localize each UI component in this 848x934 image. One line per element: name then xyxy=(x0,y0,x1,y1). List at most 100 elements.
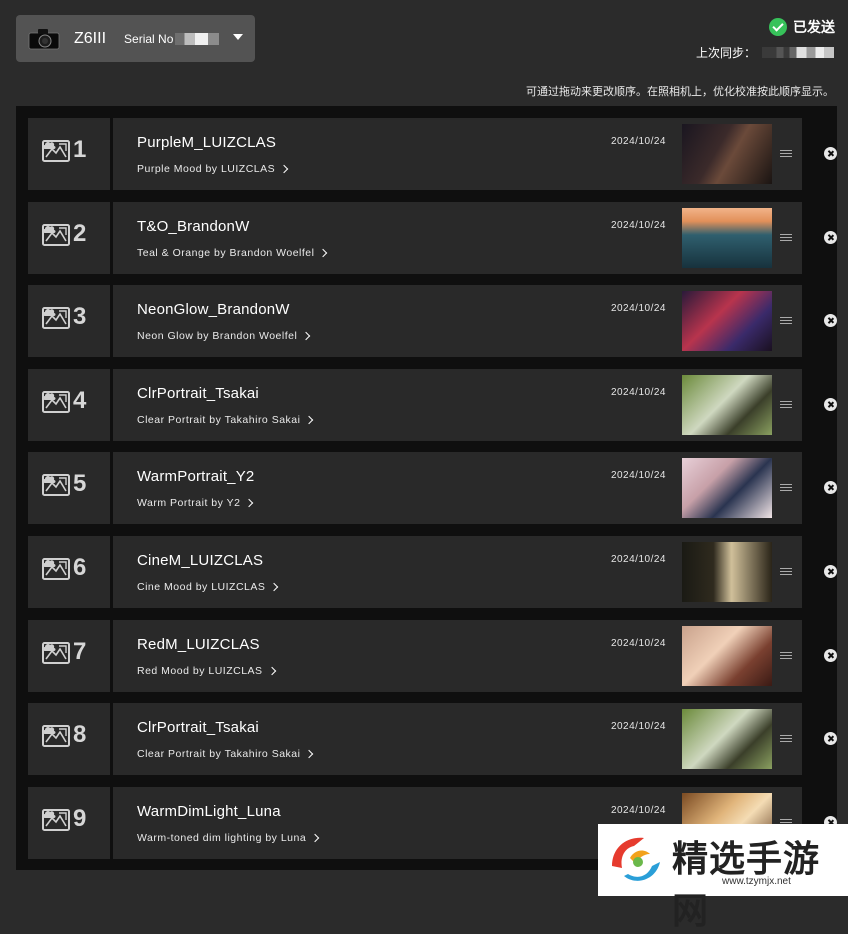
preset-description-text: Clear Portrait by Takahiro Sakai xyxy=(137,748,301,761)
remove-preset-button[interactable] xyxy=(824,147,837,160)
site-watermark: 精选手游网 www.tzymjx.net xyxy=(598,824,848,931)
preset-description[interactable]: Purple Mood by LUIZCLAS xyxy=(137,163,289,175)
serial-label: Serial No xyxy=(124,31,174,46)
preset-name: RedM_LUIZCLAS xyxy=(137,635,260,653)
preset-card[interactable]: RedM_LUIZCLAS Red Mood by LUIZCLAS 2024/… xyxy=(113,619,802,692)
drag-handle-icon[interactable] xyxy=(780,150,792,158)
preset-date: 2024/10/24 xyxy=(610,219,666,231)
preset-thumbnail xyxy=(682,458,772,519)
preset-description[interactable]: Teal & Orange by Brandon Woelfel xyxy=(137,246,328,259)
preset-description[interactable]: Warm-toned dim lighting by Luna xyxy=(137,832,320,844)
chevron-right-icon xyxy=(267,666,276,675)
drag-handle-icon[interactable] xyxy=(780,735,792,743)
preset-card[interactable]: NeonGlow_BrandonW Neon Glow by Brandon W… xyxy=(113,285,802,358)
preset-name: CineM_LUIZCLAS xyxy=(137,552,264,569)
drag-handle-icon[interactable] xyxy=(780,233,792,242)
preset-date: 2024/10/24 xyxy=(610,554,666,565)
slot-badge: 4 xyxy=(28,368,110,441)
slot-number: 2 xyxy=(73,219,87,247)
slot-badge: 1 xyxy=(28,118,110,190)
serial-mask xyxy=(175,32,220,45)
preset-card[interactable]: ClrPortrait_Tsakai Clear Portrait by Tak… xyxy=(113,368,802,441)
remove-preset-button[interactable] xyxy=(824,397,837,411)
preset-row[interactable]: 4 ClrPortrait_Tsakai Clear Portrait by T… xyxy=(28,368,837,441)
preset-row[interactable]: 3 NeonGlow_BrandonW Neon Glow by Brandon… xyxy=(28,285,837,358)
drag-handle-icon[interactable] xyxy=(780,568,792,576)
slot-number: 4 xyxy=(73,386,87,414)
preset-row[interactable]: 2 T&O_BrandonW Teal & Orange by Brandon … xyxy=(28,201,837,274)
preset-description[interactable]: Cine Mood by LUIZCLAS xyxy=(137,581,279,593)
preset-name: WarmPortrait_Y2 xyxy=(137,468,255,486)
slot-badge: 6 xyxy=(28,536,110,608)
cloud-icon xyxy=(42,141,56,149)
preset-name: PurpleM_LUIZCLAS xyxy=(137,134,277,151)
cloud-icon xyxy=(42,225,56,233)
preset-card[interactable]: WarmPortrait_Y2 Warm Portrait by Y2 2024… xyxy=(113,452,802,525)
remove-preset-button[interactable] xyxy=(824,481,837,495)
slot-badge: 7 xyxy=(28,619,110,692)
remove-preset-button[interactable] xyxy=(824,230,837,244)
last-sync: 上次同步： xyxy=(696,44,834,61)
drag-handle-icon[interactable] xyxy=(780,651,792,660)
slot-number: 5 xyxy=(73,470,87,498)
preset-date: 2024/10/24 xyxy=(610,721,666,733)
preset-row[interactable]: 7 RedM_LUIZCLAS Red Mood by LUIZCLAS 202… xyxy=(28,619,837,692)
preset-thumbnail xyxy=(682,207,772,268)
preset-name: NeonGlow_BrandonW xyxy=(137,301,290,319)
preset-date: 2024/10/24 xyxy=(610,136,666,147)
preset-description-text: Clear Portrait by Takahiro Sakai xyxy=(137,413,301,426)
preset-row[interactable]: 6 CineM_LUIZCLAS Cine Mood by LUIZCLAS 2… xyxy=(28,536,837,608)
check-circle-icon xyxy=(769,18,787,36)
remove-preset-button[interactable] xyxy=(824,565,837,578)
preset-description-text: Purple Mood by LUIZCLAS xyxy=(137,163,276,175)
preset-card[interactable]: PurpleM_LUIZCLAS Purple Mood by LUIZCLAS… xyxy=(113,118,802,190)
preset-card[interactable]: CineM_LUIZCLAS Cine Mood by LUIZCLAS 202… xyxy=(113,536,802,608)
preset-description[interactable]: Clear Portrait by Takahiro Sakai xyxy=(137,413,314,426)
preset-description-text: Red Mood by LUIZCLAS xyxy=(137,664,263,677)
slot-number: 6 xyxy=(73,554,87,581)
chevron-right-icon xyxy=(319,248,328,257)
preset-thumbnail xyxy=(682,291,772,352)
slot-number: 8 xyxy=(73,721,87,749)
cloud-icon xyxy=(42,476,56,484)
chevron-down-icon[interactable] xyxy=(233,34,243,40)
cloud-icon xyxy=(42,810,56,818)
chevron-right-icon xyxy=(302,331,311,341)
slot-badge: 9 xyxy=(28,786,110,859)
preset-thumbnail xyxy=(682,625,772,686)
chevron-right-icon xyxy=(245,499,254,508)
remove-preset-button[interactable] xyxy=(824,314,837,328)
preset-name: ClrPortrait_Tsakai xyxy=(137,384,259,402)
preset-description[interactable]: Red Mood by LUIZCLAS xyxy=(137,664,276,677)
preset-description[interactable]: Clear Portrait by Takahiro Sakai xyxy=(137,748,314,761)
preset-row[interactable]: 1 PurpleM_LUIZCLAS Purple Mood by LUIZCL… xyxy=(28,118,837,190)
preset-row[interactable]: 8 ClrPortrait_Tsakai Clear Portrait by T… xyxy=(28,703,837,776)
chevron-right-icon xyxy=(270,582,279,592)
status-text: 已发送 xyxy=(793,19,835,35)
preset-name: T&O_BrandonW xyxy=(137,217,250,235)
preset-name: WarmDimLight_Luna xyxy=(137,802,281,820)
preset-thumbnail xyxy=(682,374,772,435)
preset-card[interactable]: ClrPortrait_Tsakai Clear Portrait by Tak… xyxy=(113,703,802,776)
preset-name: ClrPortrait_Tsakai xyxy=(137,719,259,737)
preset-row[interactable]: 5 WarmPortrait_Y2 Warm Portrait by Y2 20… xyxy=(28,452,837,525)
remove-preset-button[interactable] xyxy=(824,648,837,662)
last-sync-mask xyxy=(762,47,834,58)
slot-badge: 5 xyxy=(28,452,110,525)
remove-preset-button[interactable] xyxy=(824,732,837,746)
slot-badge: 8 xyxy=(28,703,110,776)
preset-description-text: Teal & Orange by Brandon Woelfel xyxy=(137,246,315,259)
preset-description[interactable]: Neon Glow by Brandon Woelfel xyxy=(137,330,311,342)
preset-date: 2024/10/24 xyxy=(610,637,666,649)
chevron-right-icon xyxy=(310,833,320,843)
preset-thumbnail xyxy=(682,124,772,184)
drag-handle-icon[interactable] xyxy=(780,317,792,325)
drag-handle-icon[interactable] xyxy=(780,484,792,492)
preset-description[interactable]: Warm Portrait by Y2 xyxy=(137,497,254,509)
slot-number: 3 xyxy=(73,303,87,331)
drag-handle-icon[interactable] xyxy=(780,400,792,409)
preset-date: 2024/10/24 xyxy=(610,470,666,482)
camera-selector[interactable]: Z6III Serial No xyxy=(16,15,255,62)
last-sync-label: 上次同步： xyxy=(695,46,756,60)
preset-card[interactable]: T&O_BrandonW Teal & Orange by Brandon Wo… xyxy=(113,201,802,274)
